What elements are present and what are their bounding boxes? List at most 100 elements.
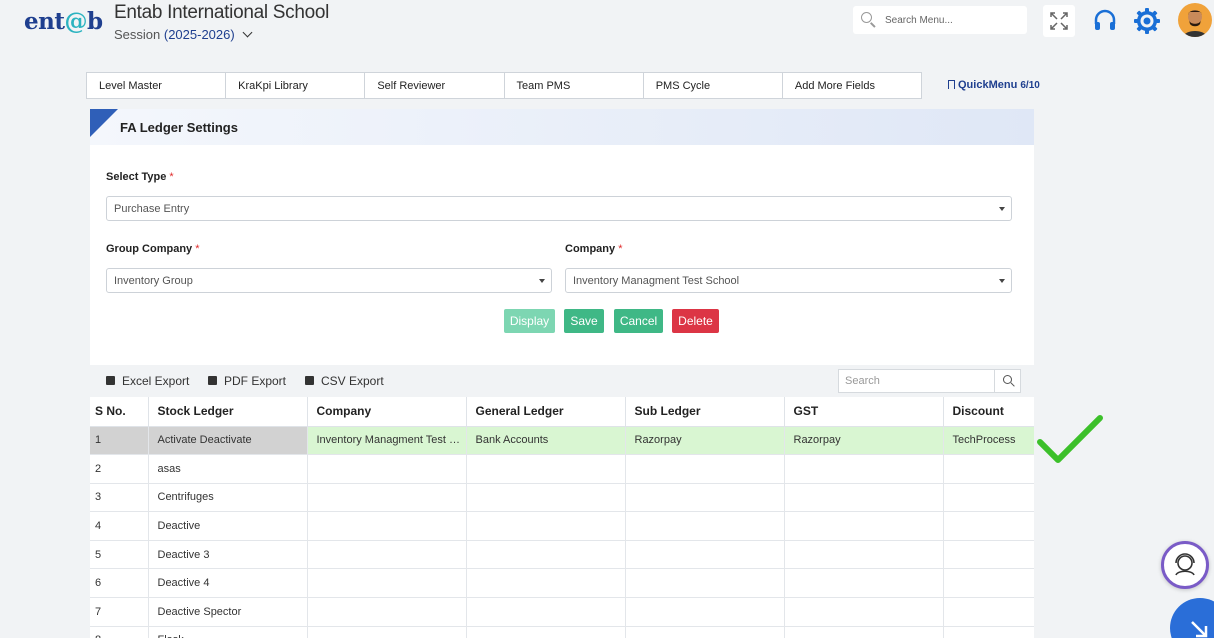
table-row[interactable]: 5 Deactive 3 — [90, 540, 1034, 570]
cell-gst[interactable] — [784, 540, 944, 570]
col-header-discount[interactable]: Discount — [943, 397, 1034, 427]
table-search-button[interactable] — [994, 370, 1020, 392]
table-row[interactable]: 2 asas — [90, 454, 1034, 484]
tab-level-master[interactable]: Level Master — [87, 73, 227, 98]
cell-discount[interactable] — [943, 540, 1034, 570]
cell-sub-ledger[interactable] — [625, 540, 785, 570]
table-header-row: S No. Stock Ledger Company General Ledge… — [90, 397, 1034, 427]
scroll-corner-button[interactable] — [1170, 598, 1214, 638]
company-dropdown[interactable]: Inventory Managment Test School — [565, 268, 1012, 293]
tab-self-reviewer[interactable]: Self Reviewer — [365, 73, 505, 98]
csv-export-button[interactable]: CSV Export — [305, 374, 384, 388]
cell-company[interactable] — [307, 454, 467, 484]
delete-button[interactable]: Delete — [672, 309, 719, 333]
cell-company[interactable] — [307, 511, 467, 541]
entab-logo[interactable]: ent@b — [24, 8, 104, 38]
cell-company[interactable] — [307, 626, 467, 638]
cell-sub-ledger[interactable] — [625, 483, 785, 513]
table-row[interactable]: 6 Deactive 4 — [90, 568, 1034, 599]
cell-stock-ledger: Flask — [148, 626, 308, 638]
cell-gst[interactable]: Razorpay — [784, 426, 944, 456]
display-button[interactable]: Display — [504, 309, 555, 333]
quickmenu-link[interactable]: QuickMenu 6/10 — [948, 79, 1040, 91]
cell-sub-ledger[interactable] — [625, 454, 785, 484]
cell-sub-ledger[interactable] — [625, 511, 785, 541]
cell-company[interactable] — [307, 483, 467, 513]
cell-sub-ledger[interactable]: Razorpay — [625, 426, 785, 456]
select-type-label: Select Type * — [106, 171, 174, 183]
cell-discount[interactable]: TechProcess — [943, 426, 1034, 456]
cell-discount[interactable] — [943, 454, 1034, 484]
cell-general-ledger[interactable] — [466, 454, 626, 484]
col-header-gst[interactable]: GST — [784, 397, 944, 427]
cell-stock-ledger: Centrifuges — [148, 483, 308, 513]
tab-pms-cycle[interactable]: PMS Cycle — [644, 73, 783, 98]
pdf-export-button[interactable]: PDF Export — [208, 374, 286, 388]
quickmenu-count: 6/10 — [1020, 80, 1040, 91]
col-header-sub-ledger[interactable]: Sub Ledger — [625, 397, 785, 427]
cell-gst[interactable] — [784, 626, 944, 638]
cell-general-ledger[interactable] — [466, 568, 626, 599]
quickmenu-label: QuickMenu — [958, 79, 1018, 91]
cell-discount[interactable] — [943, 483, 1034, 513]
tab-krakpi-library[interactable]: KraKpi Library — [226, 73, 366, 98]
cell-company[interactable] — [307, 540, 467, 570]
save-button[interactable]: Save — [564, 309, 604, 333]
tab-team-pms[interactable]: Team PMS — [505, 73, 644, 98]
cell-sno: 1 — [90, 426, 149, 456]
avatar[interactable] — [1178, 3, 1212, 37]
cell-general-ledger[interactable] — [466, 511, 626, 541]
cell-gst[interactable] — [784, 597, 944, 627]
select-type-dropdown[interactable]: Purchase Entry — [106, 196, 1012, 221]
caret-down-icon — [539, 279, 545, 283]
cell-general-ledger[interactable] — [466, 540, 626, 570]
excel-export-button[interactable]: Excel Export — [106, 374, 189, 388]
caret-down-icon — [999, 279, 1005, 283]
table-row[interactable]: 1 Activate Deactivate Inventory Managmen… — [90, 426, 1034, 456]
headset-icon[interactable] — [1089, 5, 1121, 37]
cell-general-ledger[interactable] — [466, 626, 626, 638]
table-row[interactable]: 3 Centrifuges — [90, 483, 1034, 513]
cell-gst[interactable] — [784, 454, 944, 484]
session-year: (2025-2026) — [163, 27, 235, 42]
search-icon — [861, 12, 872, 23]
cell-sno: 7 — [90, 597, 149, 627]
cell-general-ledger[interactable] — [466, 597, 626, 627]
cell-gst[interactable] — [784, 511, 944, 541]
cell-sub-ledger[interactable] — [625, 597, 785, 627]
tab-add-more-fields[interactable]: Add More Fields — [783, 73, 921, 98]
table-row[interactable]: 4 Deactive — [90, 511, 1034, 541]
company-label: Company * — [565, 243, 623, 255]
cell-discount[interactable] — [943, 597, 1034, 627]
col-header-company[interactable]: Company — [307, 397, 467, 427]
table-row[interactable]: 7 Deactive Spector — [90, 597, 1034, 627]
cell-discount[interactable] — [943, 626, 1034, 638]
cell-company[interactable] — [307, 568, 467, 599]
table-row[interactable]: 8 Flask — [90, 626, 1034, 638]
expand-icon[interactable] — [1043, 5, 1075, 37]
cell-sub-ledger[interactable] — [625, 626, 785, 638]
cell-discount[interactable] — [943, 568, 1034, 599]
cell-company[interactable]: Inventory Managment Test School — [307, 426, 467, 456]
cell-discount[interactable] — [943, 511, 1034, 541]
col-header-sno[interactable]: S No. — [90, 397, 149, 427]
cell-general-ledger[interactable] — [466, 483, 626, 513]
cell-gst[interactable] — [784, 568, 944, 599]
search-menu-placeholder: Search Menu... — [885, 15, 953, 26]
group-company-dropdown[interactable]: Inventory Group — [106, 268, 552, 293]
support-agent-button[interactable] — [1161, 541, 1209, 589]
corner-accent — [90, 109, 118, 137]
cell-stock-ledger: asas — [148, 454, 308, 484]
cell-sub-ledger[interactable] — [625, 568, 785, 599]
session-selector[interactable]: Session (2025-2026) — [114, 27, 253, 42]
search-menu-input[interactable]: Search Menu... — [853, 6, 1027, 34]
table-search-input[interactable]: Search — [838, 369, 1021, 393]
cancel-button[interactable]: Cancel — [614, 309, 663, 333]
cell-company[interactable] — [307, 597, 467, 627]
cell-general-ledger[interactable]: Bank Accounts — [466, 426, 626, 456]
col-header-general-ledger[interactable]: General Ledger — [466, 397, 626, 427]
gear-icon[interactable] — [1131, 5, 1163, 37]
col-header-stock-ledger[interactable]: Stock Ledger — [148, 397, 308, 427]
cell-gst[interactable] — [784, 483, 944, 513]
cell-stock-ledger: Activate Deactivate — [148, 426, 308, 456]
